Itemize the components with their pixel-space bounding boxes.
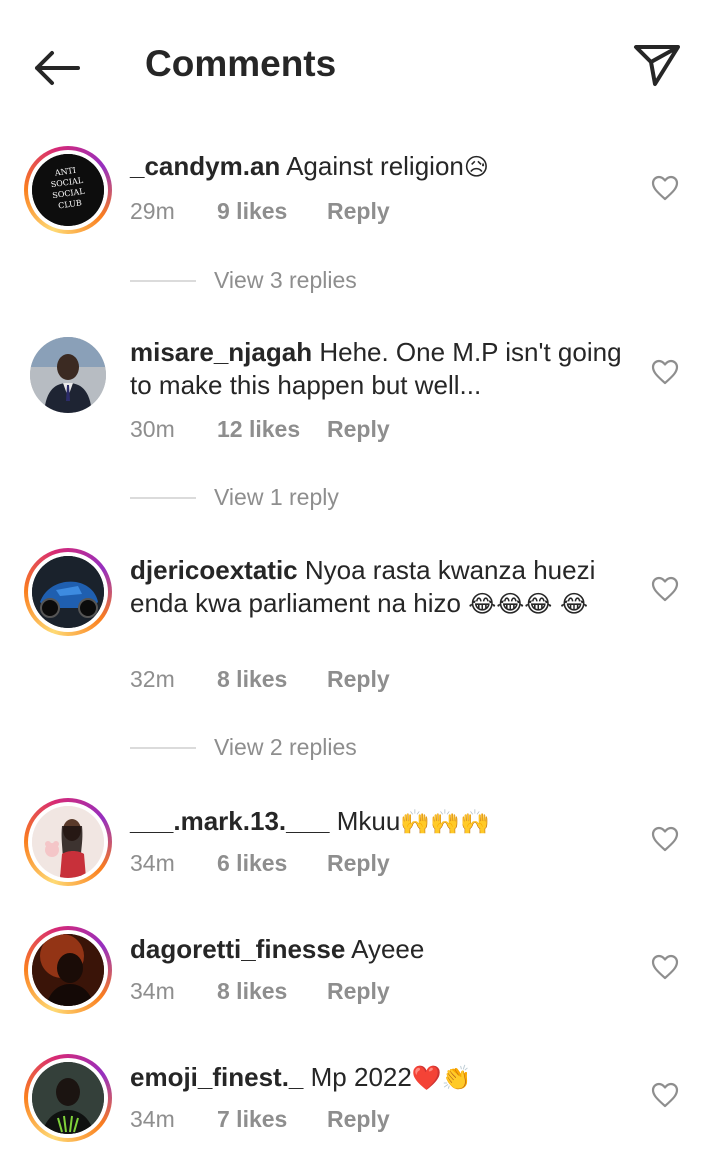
back-button[interactable] [28, 40, 84, 96]
comment-time: 34m [130, 850, 175, 876]
comment-time: 30m [130, 416, 175, 442]
avatar[interactable] [30, 337, 106, 413]
comment-emoji: 😥 [463, 153, 489, 181]
page-title: Comments [145, 43, 337, 84]
comment-username[interactable]: ___.mark.13.___ [130, 806, 330, 836]
reply-button[interactable]: Reply [327, 198, 390, 225]
heart-icon[interactable] [651, 954, 679, 980]
reply-button[interactable]: Reply [327, 850, 390, 877]
comment-time: 34m [130, 978, 175, 1004]
comment-emoji: ❤️👏 [411, 1064, 472, 1092]
avatar[interactable] [24, 926, 112, 1014]
reply-button[interactable]: Reply [327, 416, 390, 443]
profile-photo [32, 556, 104, 628]
comment-body: Ayeee [351, 934, 425, 964]
comment-body: Mp 2022 [310, 1062, 412, 1092]
comment-meta: 34m 8 likes Reply [130, 978, 390, 1005]
comment-meta: 32m 8 likes Reply [130, 666, 390, 693]
share-button[interactable] [628, 36, 686, 94]
heart-icon[interactable] [651, 576, 679, 602]
comment-username[interactable]: emoji_finest._ [130, 1062, 303, 1092]
comment-username[interactable]: misare_njagah [130, 337, 312, 367]
comment-body: Mkuu [336, 806, 401, 836]
heart-icon[interactable] [651, 175, 679, 201]
reply-button[interactable]: Reply [327, 978, 390, 1005]
comment-text: emoji_finest._ Mp 2022❤️👏 [130, 1061, 630, 1095]
comment-meta: 34m 6 likes Reply [130, 850, 390, 877]
comment-time: 34m [130, 1106, 175, 1132]
comment-emoji: 🙌🙌🙌 [400, 808, 490, 836]
comment-time: 29m [130, 198, 175, 224]
anti-social-club-logo: ANTI SOCIAL SOCIAL CLUB [32, 154, 104, 226]
comment-likes[interactable]: 6 likes [217, 850, 327, 877]
comment-text: misare_njagah Hehe. One M.P isn't going … [130, 336, 630, 402]
comment-emoji: 😂😂😂 😂 [468, 590, 589, 618]
profile-photo [30, 337, 106, 413]
comment-time: 32m [130, 666, 175, 692]
avatar[interactable] [24, 548, 112, 636]
profile-photo [32, 934, 104, 1006]
comment-username[interactable]: _candym.an [130, 151, 280, 181]
comment-likes[interactable]: 8 likes [217, 978, 327, 1005]
heart-icon[interactable] [651, 826, 679, 852]
comment-body: Against religion [286, 151, 464, 181]
view-replies-button[interactable]: View 3 replies [130, 267, 357, 294]
comment-likes[interactable]: 9 likes [217, 198, 327, 225]
profile-photo [32, 806, 104, 878]
heart-icon[interactable] [651, 1082, 679, 1108]
avatar[interactable] [24, 798, 112, 886]
comment-text: _candym.an Against religion😥 [130, 150, 630, 184]
view-replies-button[interactable]: View 1 reply [130, 484, 339, 511]
profile-photo [32, 1062, 104, 1134]
comment-username[interactable]: dagoretti_finesse [130, 934, 345, 964]
divider [130, 279, 196, 282]
comment-username[interactable]: djericoextatic [130, 555, 298, 585]
view-replies-button[interactable]: View 2 replies [130, 734, 357, 761]
reply-button[interactable]: Reply [327, 1106, 390, 1133]
paper-plane-icon [634, 45, 680, 86]
heart-icon[interactable] [651, 359, 679, 385]
divider [130, 496, 196, 499]
reply-button[interactable]: Reply [327, 666, 390, 693]
comment-likes[interactable]: 7 likes [217, 1106, 327, 1133]
header-bar: Comments [0, 0, 719, 130]
comment-text: djericoextatic Nyoa rasta kwanza huezi e… [130, 554, 630, 621]
comment-meta: 30m 12 likes Reply [130, 416, 390, 443]
comment-text: ___.mark.13.___ Mkuu🙌🙌🙌 [130, 805, 630, 839]
comment-text: dagoretti_finesse Ayeee [130, 933, 630, 966]
comment-likes[interactable]: 8 likes [217, 666, 327, 693]
comment-meta: 29m 9 likes Reply [130, 198, 390, 225]
comment-meta: 34m 7 likes Reply [130, 1106, 390, 1133]
avatar[interactable]: ANTI SOCIAL SOCIAL CLUB [24, 146, 112, 234]
divider [130, 746, 196, 749]
avatar[interactable] [24, 1054, 112, 1142]
arrow-left-icon [35, 51, 80, 85]
comment-likes[interactable]: 12 likes [217, 416, 327, 443]
